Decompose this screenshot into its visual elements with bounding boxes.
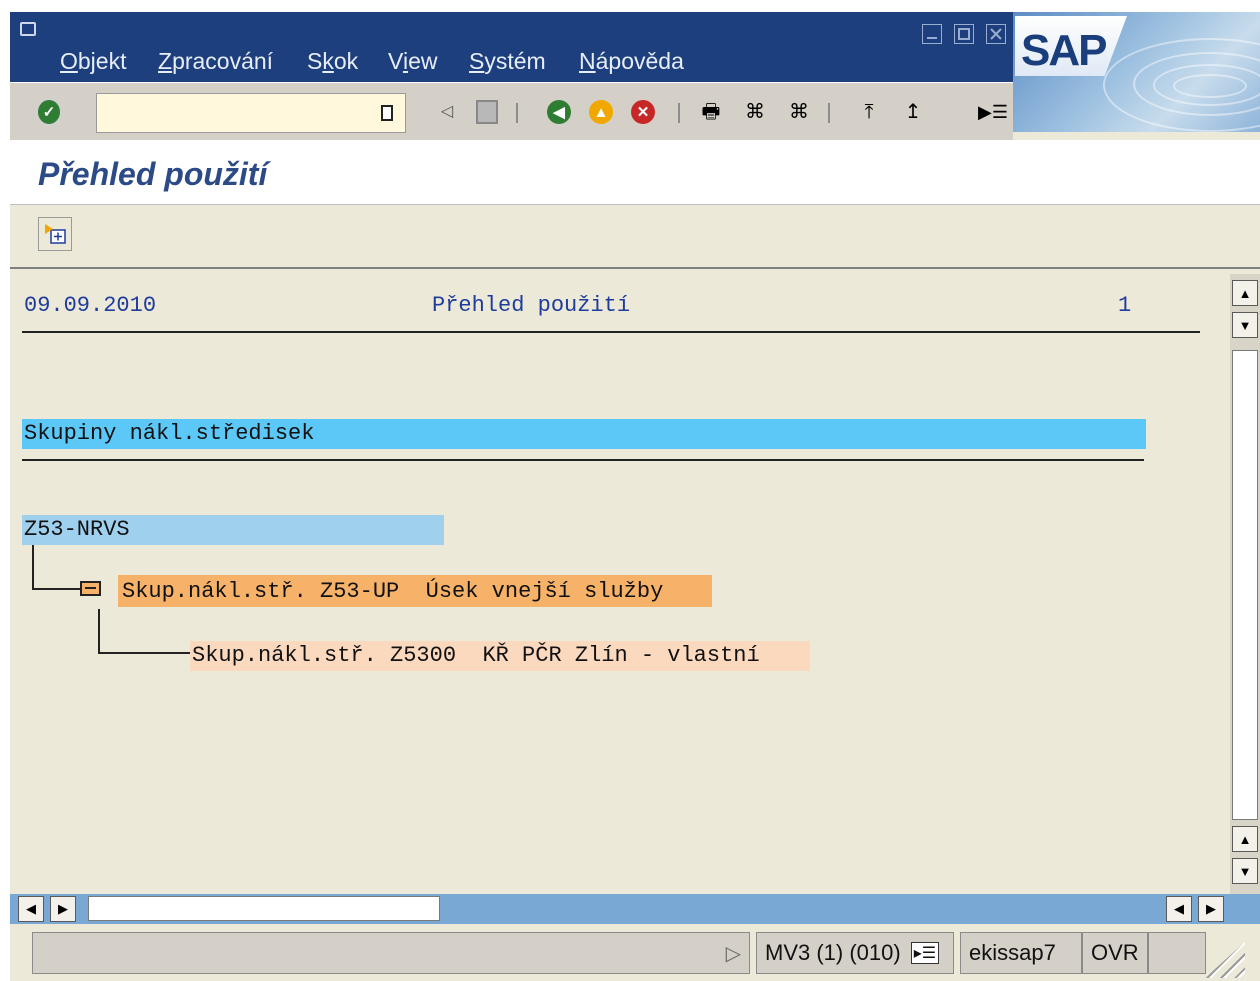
- system-info: MV3 (1) (010): [765, 940, 901, 965]
- menu-system-label: ystém: [484, 48, 546, 74]
- expand-subtree-button[interactable]: [38, 217, 72, 251]
- report-heading: Přehled použití: [432, 293, 631, 318]
- sap-logo-area: SAP: [1013, 12, 1260, 132]
- minimize-button[interactable]: [922, 24, 942, 44]
- back-arrow-icon[interactable]: ◁: [434, 99, 460, 125]
- cancel-icon[interactable]: ✕: [630, 99, 656, 125]
- save-icon[interactable]: [474, 99, 500, 125]
- server-name: ekissap7: [969, 940, 1056, 965]
- scroll-right-button[interactable]: ▶: [1198, 896, 1224, 922]
- scroll-right-button[interactable]: ▶: [50, 896, 76, 922]
- menu-zpracovani-label: pracování: [172, 48, 274, 74]
- toolbar-separator: [828, 103, 830, 123]
- find-icon[interactable]: ⌘: [742, 99, 768, 125]
- child-node[interactable]: Skup.nákl.stř. Z53-UP Úsek vnejší služby: [122, 579, 663, 604]
- tree-connector: [98, 609, 100, 653]
- system-info-menu-icon[interactable]: ▸☰: [910, 942, 940, 964]
- command-list-icon[interactable]: [381, 105, 393, 121]
- header-divider: [22, 331, 1200, 333]
- menu-napoveda-label: ápověda: [595, 48, 684, 74]
- close-window-button[interactable]: [986, 24, 1006, 44]
- find-next-icon[interactable]: ⌘: [786, 99, 812, 125]
- application-toolbar: [10, 205, 1260, 269]
- toolbar-separator: [678, 103, 680, 123]
- system-menu-icon[interactable]: [20, 22, 36, 36]
- back-icon[interactable]: ◀: [546, 99, 572, 125]
- command-field[interactable]: [96, 93, 406, 133]
- toolbar-separator: [516, 103, 518, 123]
- menu-view-label: ew: [408, 48, 438, 74]
- status-expand-icon[interactable]: ▷: [726, 941, 741, 966]
- grandchild-node[interactable]: Skup.nákl.stř. Z5300 KŘ PČR Zlín - vlast…: [192, 643, 760, 668]
- tree-connector: [32, 588, 80, 590]
- maximize-button[interactable]: [954, 24, 974, 44]
- tree-connector: [98, 652, 190, 654]
- vertical-scrollbar[interactable]: ▲ ▼ ▲ ▼: [1230, 274, 1260, 894]
- expand-subtree-icon: [45, 224, 66, 244]
- scroll-up-button[interactable]: ▲: [1232, 826, 1258, 852]
- print-icon[interactable]: 🖶: [698, 99, 724, 125]
- status-message-field[interactable]: ▷: [32, 932, 750, 974]
- scroll-left-button[interactable]: ◀: [1166, 896, 1192, 922]
- system-info-field[interactable]: MV3 (1) (010) ▸☰: [756, 932, 954, 974]
- menu-napoveda[interactable]: Nápověda: [579, 48, 684, 75]
- menu-zpracovani[interactable]: Zpracování: [158, 48, 273, 75]
- status-bar: ▷ MV3 (1) (010) ▸☰ ekissap7 OVR: [10, 924, 1260, 981]
- exit-icon[interactable]: ▲: [588, 99, 614, 125]
- menu-objekt[interactable]: Objekt: [60, 48, 126, 75]
- menu-skok[interactable]: Skok: [307, 48, 358, 75]
- scroll-up-button[interactable]: ▲: [1232, 280, 1258, 306]
- enter-icon[interactable]: ✓: [36, 98, 62, 126]
- input-mode: OVR: [1091, 940, 1139, 965]
- resize-grip[interactable]: [1205, 942, 1245, 978]
- title-bar: Přehled použití: [10, 140, 1260, 205]
- first-page-icon[interactable]: ⤒: [856, 99, 882, 125]
- status-blank-field: [1148, 932, 1206, 974]
- mode-field[interactable]: OVR: [1082, 932, 1148, 974]
- standard-toolbar: ✓ ◁ ◀ ▲ ✕ 🖶 ⌘ ⌘ ⤒ ↥ ▶☰: [10, 82, 1013, 141]
- report-date: 09.09.2010: [24, 293, 157, 318]
- tree-connector: [32, 545, 34, 589]
- root-node[interactable]: Z53-NRVS: [24, 517, 130, 542]
- scroll-down-button[interactable]: ▼: [1232, 858, 1258, 884]
- menu-objekt-label: bjekt: [77, 48, 127, 74]
- page-title: Přehled použití: [38, 156, 268, 192]
- horizontal-scrollbar[interactable]: ◀ ▶ ◀ ▶: [10, 894, 1260, 924]
- folder-icon[interactable]: [80, 579, 102, 597]
- layout-menu-icon[interactable]: ▶☰: [978, 99, 1008, 125]
- section-title: Skupiny nákl.středisek: [24, 421, 315, 446]
- scroll-left-button[interactable]: ◀: [18, 896, 44, 922]
- server-field: ekissap7: [960, 932, 1082, 974]
- menu-view[interactable]: View: [388, 48, 437, 75]
- section-divider: [22, 459, 1144, 461]
- sap-window: Objekt Zpracování Skok View Systém Nápov…: [10, 12, 1260, 981]
- vertical-scroll-thumb[interactable]: [1232, 350, 1258, 820]
- horizontal-scroll-thumb[interactable]: [88, 896, 440, 921]
- sap-logo-text: SAP: [1021, 26, 1107, 75]
- menu-skok-label: ok: [333, 48, 359, 74]
- menu-system[interactable]: Systém: [469, 48, 546, 75]
- report-page-number: 1: [1118, 293, 1132, 318]
- report-content: 09.09.2010 Přehled použití 1 Skupiny nák…: [10, 269, 1225, 893]
- previous-page-icon[interactable]: ↥: [900, 99, 926, 125]
- scroll-down-button[interactable]: ▼: [1232, 312, 1258, 338]
